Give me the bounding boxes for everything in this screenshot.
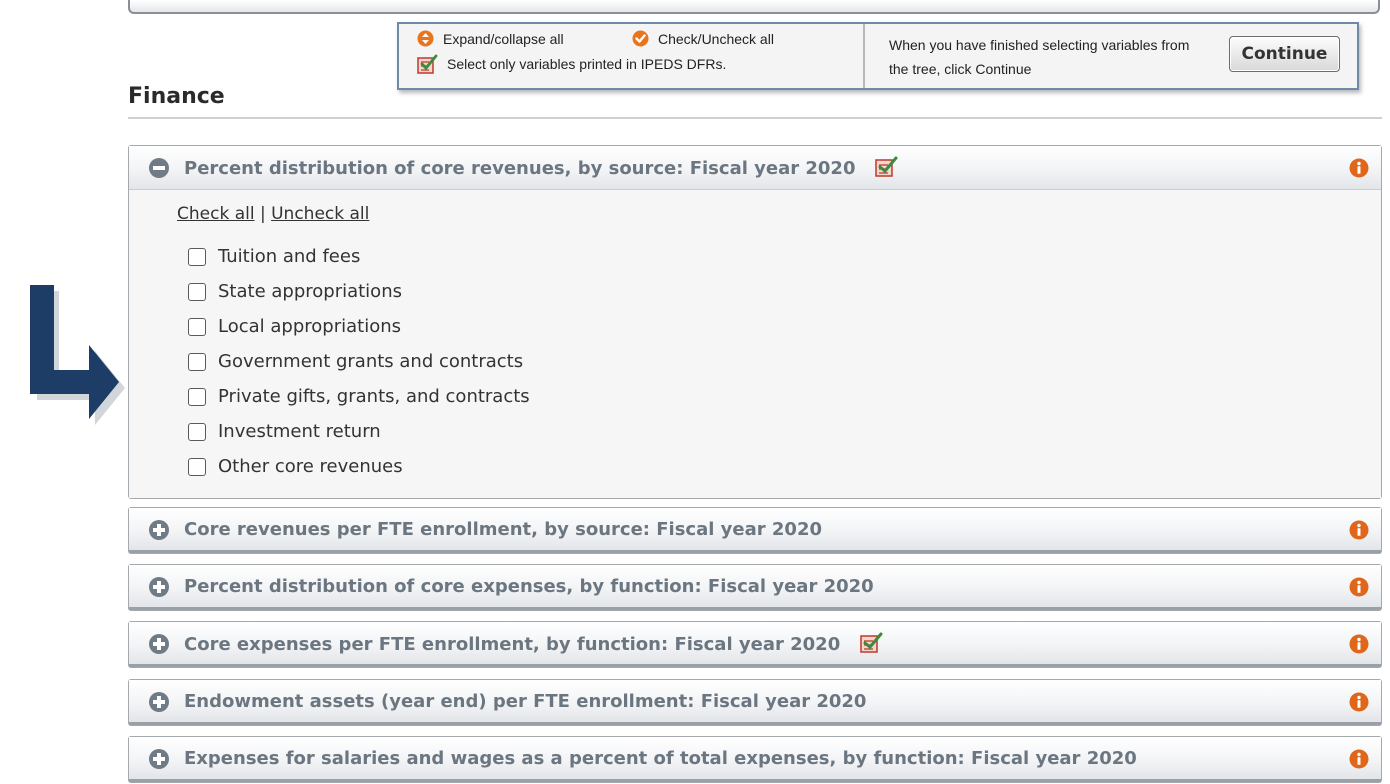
list-item[interactable]: Tuition and fees <box>188 239 530 274</box>
uncheck-all-link[interactable]: Uncheck all <box>271 204 369 224</box>
panel-header[interactable]: Percent distribution of core expenses, b… <box>129 565 1381 610</box>
legend-expand-label: Expand/collapse all <box>443 30 564 47</box>
panel-header[interactable]: Core expenses per FTE enrollment, by fun… <box>129 622 1381 667</box>
dfr-checklist-icon <box>417 54 438 74</box>
variable-checkbox[interactable] <box>188 317 206 336</box>
plus-circle-icon[interactable] <box>148 576 170 598</box>
minus-circle-icon[interactable] <box>148 157 170 179</box>
variable-checkbox[interactable] <box>188 247 206 266</box>
legend-dfr-label: Select only variables printed in IPEDS D… <box>447 56 727 72</box>
panel-header[interactable]: Endowment assets (year end) per FTE enro… <box>129 680 1381 725</box>
info-icon[interactable] <box>1349 158 1369 178</box>
info-icon[interactable] <box>1349 577 1369 597</box>
panel-header[interactable]: Percent distribution of core revenues, b… <box>129 146 1381 190</box>
panel-header[interactable]: Core revenues per FTE enrollment, by sou… <box>129 508 1381 553</box>
continue-instructions: When you have finished selecting variabl… <box>889 37 1190 77</box>
info-icon[interactable] <box>1349 520 1369 540</box>
panel-title: Endowment assets (year end) per FTE enro… <box>184 690 867 712</box>
variable-label: Other core revenues <box>218 456 403 477</box>
expand-collapse-icon <box>417 30 434 47</box>
variable-label: Tuition and fees <box>218 246 361 267</box>
variable-label: Investment return <box>218 421 381 442</box>
panel-body: Check all | Uncheck all Tuition and fees… <box>129 190 1381 498</box>
variable-list: Tuition and fees State appropriations Lo… <box>188 239 530 484</box>
variable-label: State appropriations <box>218 281 402 302</box>
panel-title: Percent distribution of core revenues, b… <box>184 156 898 179</box>
list-item[interactable]: State appropriations <box>188 274 530 309</box>
variable-group-panel: Core expenses per FTE enrollment, by fun… <box>128 621 1382 668</box>
variable-checkbox[interactable] <box>188 387 206 406</box>
list-item[interactable]: Local appropriations <box>188 309 530 344</box>
legend-check-label: Check/Uncheck all <box>658 30 774 47</box>
check-all-link[interactable]: Check all <box>177 204 255 224</box>
variable-label: Private gifts, grants, and contracts <box>218 386 530 407</box>
legend-dfr-row[interactable]: Select only variables printed in IPEDS D… <box>417 54 726 74</box>
panel-header[interactable]: Expenses for salaries and wages as a per… <box>129 737 1381 782</box>
panel-title: Core revenues per FTE enrollment, by sou… <box>184 518 822 540</box>
panel-title: Expenses for salaries and wages as a per… <box>184 747 1137 769</box>
variable-checkbox[interactable] <box>188 352 206 371</box>
check-links: Check all | Uncheck all <box>177 204 369 224</box>
variable-checkbox[interactable] <box>188 422 206 441</box>
list-item[interactable]: Other core revenues <box>188 449 530 484</box>
variable-group-panel: Endowment assets (year end) per FTE enro… <box>128 679 1382 726</box>
info-icon[interactable] <box>1349 692 1369 712</box>
list-item[interactable]: Government grants and contracts <box>188 344 530 379</box>
legend-expand-row[interactable]: Expand/collapse all <box>417 30 564 47</box>
plus-circle-icon[interactable] <box>148 748 170 770</box>
legend-check-row[interactable]: Check/Uncheck all <box>632 30 774 47</box>
orange-check-icon <box>632 30 649 47</box>
info-icon[interactable] <box>1349 634 1369 654</box>
legend-toolbar: Expand/collapse all Check/Uncheck all Se… <box>397 22 1359 90</box>
legend-keys: Expand/collapse all Check/Uncheck all Se… <box>399 24 865 88</box>
variable-label: Local appropriations <box>218 316 401 337</box>
info-icon[interactable] <box>1349 749 1369 769</box>
variable-group-panel: Expenses for salaries and wages as a per… <box>128 736 1382 783</box>
link-separator: | <box>259 204 266 224</box>
variable-group-panel: Percent distribution of core revenues, b… <box>128 145 1382 499</box>
variable-checkbox[interactable] <box>188 282 206 301</box>
section-title: Finance <box>128 84 225 109</box>
plus-circle-icon[interactable] <box>148 691 170 713</box>
previous-section-edge <box>128 0 1380 14</box>
list-item[interactable]: Investment return <box>188 414 530 449</box>
plus-circle-icon[interactable] <box>148 633 170 655</box>
bent-arrow-icon <box>26 280 126 430</box>
panel-title: Core expenses per FTE enrollment, by fun… <box>184 632 883 655</box>
list-item[interactable]: Private gifts, grants, and contracts <box>188 379 530 414</box>
dfr-checklist-icon <box>860 632 883 653</box>
panel-title-text: Core expenses per FTE enrollment, by fun… <box>184 633 841 655</box>
section-divider <box>128 117 1382 119</box>
variable-checkbox[interactable] <box>188 457 206 476</box>
plus-circle-icon[interactable] <box>148 519 170 541</box>
variable-label: Government grants and contracts <box>218 351 524 372</box>
variable-group-panel: Percent distribution of core expenses, b… <box>128 564 1382 611</box>
continue-button[interactable]: Continue <box>1229 36 1340 72</box>
panel-title-text: Percent distribution of core revenues, b… <box>184 158 856 179</box>
panel-title: Percent distribution of core expenses, b… <box>184 575 874 597</box>
variable-group-panel: Core revenues per FTE enrollment, by sou… <box>128 507 1382 554</box>
dfr-checklist-icon <box>875 156 898 177</box>
